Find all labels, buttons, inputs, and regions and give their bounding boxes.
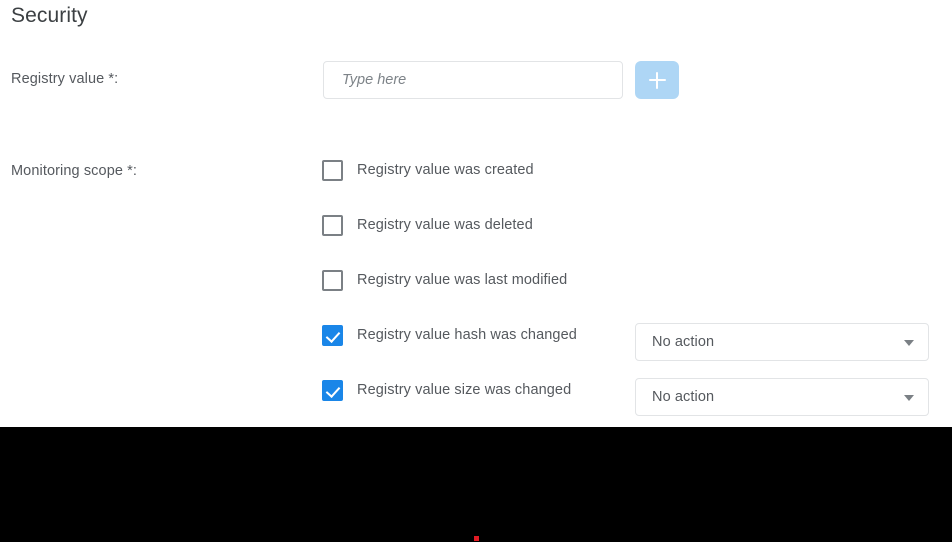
chevron-down-icon xyxy=(904,395,914,401)
scope-checkbox-3[interactable] xyxy=(322,325,343,346)
scope-checkbox-label: Registry value size was changed xyxy=(357,382,572,398)
plus-icon xyxy=(648,71,666,89)
scope-action-value: No action xyxy=(652,389,715,405)
scope-checkbox-1[interactable] xyxy=(322,215,343,236)
registry-value-label: Registry value *: xyxy=(11,71,119,87)
chevron-down-icon xyxy=(904,340,914,346)
scope-action-select-3[interactable]: No action xyxy=(635,323,929,361)
scope-action-select-4[interactable]: No action xyxy=(635,378,929,416)
cursor-marker xyxy=(474,536,479,541)
monitoring-scope-row: Registry value was created xyxy=(322,160,942,215)
monitoring-scope-list: Registry value was created Registry value… xyxy=(322,160,942,435)
scope-checkbox-label: Registry value hash was changed xyxy=(357,327,577,343)
page-title: Security xyxy=(11,4,88,27)
scope-checkbox-2[interactable] xyxy=(322,270,343,291)
monitoring-scope-row: Registry value was deleted xyxy=(322,215,942,270)
scope-checkbox-label: Registry value was created xyxy=(357,162,534,178)
black-overlay-region xyxy=(0,427,952,542)
scope-action-value: No action xyxy=(652,334,715,350)
monitoring-scope-row: Registry value was last modified xyxy=(322,270,942,325)
monitoring-scope-label: Monitoring scope *: xyxy=(11,163,138,179)
scope-checkbox-0[interactable] xyxy=(322,160,343,181)
security-settings-page: Security Registry value *: Monitoring sc… xyxy=(0,0,952,427)
scope-checkbox-label: Registry value was deleted xyxy=(357,217,533,233)
scope-checkbox-label: Registry value was last modified xyxy=(357,272,568,288)
scope-checkbox-4[interactable] xyxy=(322,380,343,401)
add-registry-value-button[interactable] xyxy=(635,61,679,99)
monitoring-scope-row: Registry value hash was changed No action xyxy=(322,323,942,380)
registry-value-input[interactable] xyxy=(323,61,623,99)
